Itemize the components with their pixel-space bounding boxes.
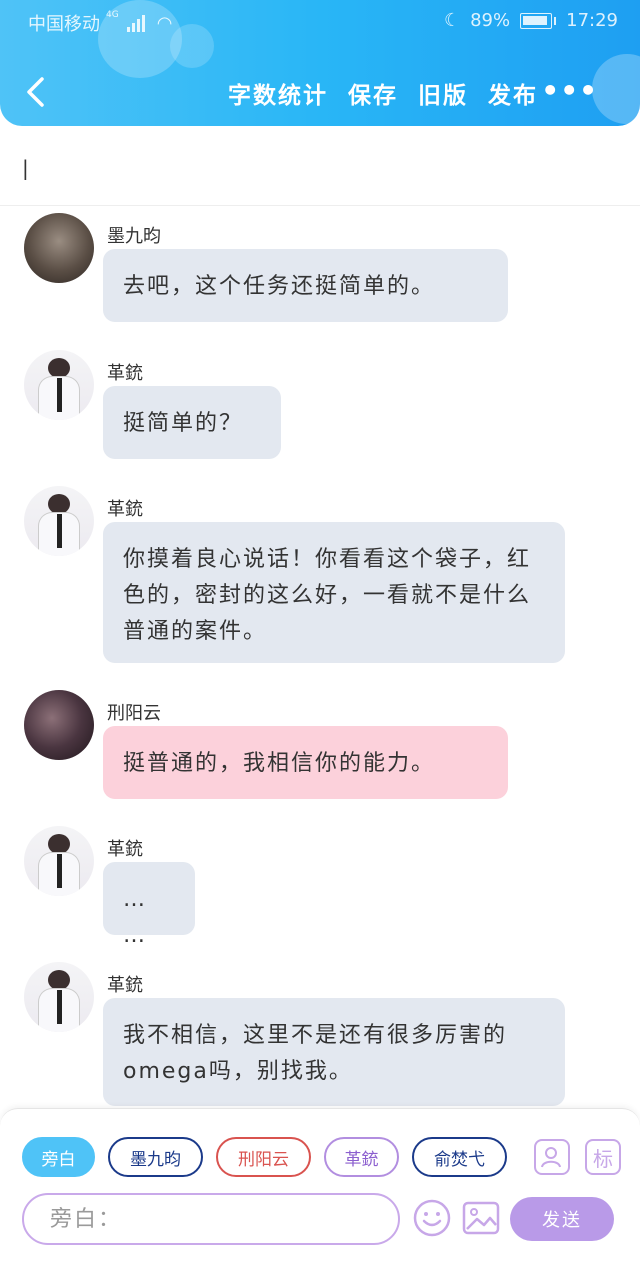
chip-character[interactable]: 刑阳云 — [216, 1137, 311, 1177]
back-button[interactable] — [20, 74, 50, 110]
message-bubble[interactable]: 你摸着良心说话！你看看这个袋子，红色的，密封的这么好，一看就不是什么普通的案件。 — [103, 522, 565, 663]
chip-narration[interactable]: 旁白 — [22, 1137, 95, 1177]
composer-panel: 旁白 墨九昀 刑阳云 革銃 俞焚弋 标 发送 — [0, 1108, 640, 1280]
avatar[interactable] — [24, 690, 94, 760]
battery-tip — [554, 16, 557, 25]
avatar[interactable] — [24, 962, 94, 1032]
message-bubble[interactable]: 挺简单的？ — [103, 386, 281, 459]
carrier-name: 中国移动 — [28, 14, 100, 35]
tag-icon[interactable]: 标 — [585, 1139, 621, 1175]
avatar[interactable] — [24, 350, 94, 420]
status-right: ☾ 89% 17:29 — [444, 10, 618, 31]
sender-name: 革銃 — [107, 975, 143, 996]
publish-button[interactable]: 发布 — [488, 76, 538, 110]
chevron-left-icon — [27, 77, 44, 107]
avatar[interactable] — [24, 826, 94, 896]
more-icon[interactable]: ••• — [541, 77, 598, 105]
carrier-info: 中国移动 4G ◠ — [28, 10, 172, 36]
person-icon[interactable] — [534, 1139, 570, 1175]
status-bar: 中国移动 4G ◠ ☾ 89% 17:29 — [0, 0, 640, 44]
message-bubble[interactable]: … … — [103, 862, 195, 948]
save-button[interactable]: 保存 — [348, 76, 398, 110]
moon-icon: ☾ — [443, 10, 461, 31]
text-cursor: | — [22, 156, 29, 180]
network-type: 4G — [106, 10, 119, 20]
sender-name: 墨九昀 — [107, 226, 161, 247]
header-actions: 字数统计 保存 旧版 发布 — [228, 76, 558, 110]
avatar[interactable] — [24, 486, 94, 556]
chip-character[interactable]: 革銃 — [324, 1137, 399, 1177]
emoji-icon[interactable] — [413, 1199, 451, 1237]
wifi-icon: ◠ — [156, 12, 173, 34]
message-bubble[interactable]: 挺普通的，我相信你的能力。 — [103, 726, 508, 799]
signal-icon — [126, 14, 145, 32]
chip-character[interactable]: 墨九昀 — [108, 1137, 203, 1177]
word-count-button[interactable]: 字数统计 — [228, 76, 328, 110]
character-chips: 旁白 墨九昀 刑阳云 革銃 俞焚弋 — [22, 1137, 520, 1177]
sender-name: 刑阳云 — [107, 703, 161, 724]
user-icon — [541, 1147, 561, 1168]
send-button[interactable]: 发送 — [510, 1197, 614, 1241]
old-version-button[interactable]: 旧版 — [418, 76, 468, 110]
chip-character[interactable]: 俞焚弋 — [412, 1137, 507, 1177]
image-icon[interactable] — [462, 1201, 500, 1235]
sender-name: 革銃 — [107, 839, 143, 860]
clock: 17:29 — [566, 10, 618, 31]
avatar[interactable] — [24, 213, 94, 283]
message-bubble[interactable]: 去吧，这个任务还挺简单的。 — [103, 249, 508, 322]
sender-name: 革銃 — [107, 363, 143, 384]
decorative-bubble — [592, 54, 640, 124]
message-input[interactable] — [22, 1193, 400, 1245]
sender-name: 革銃 — [107, 499, 143, 520]
battery-icon — [520, 12, 553, 29]
header-bar: 中国移动 4G ◠ ☾ 89% 17:29 字数统计 保存 旧版 发布 ••• — [0, 0, 640, 126]
battery-percent: 89% — [470, 10, 511, 31]
message-bubble[interactable]: 我不相信，这里不是还有很多厉害的omega吗，别找我。 — [103, 998, 565, 1106]
title-input[interactable] — [0, 126, 640, 206]
